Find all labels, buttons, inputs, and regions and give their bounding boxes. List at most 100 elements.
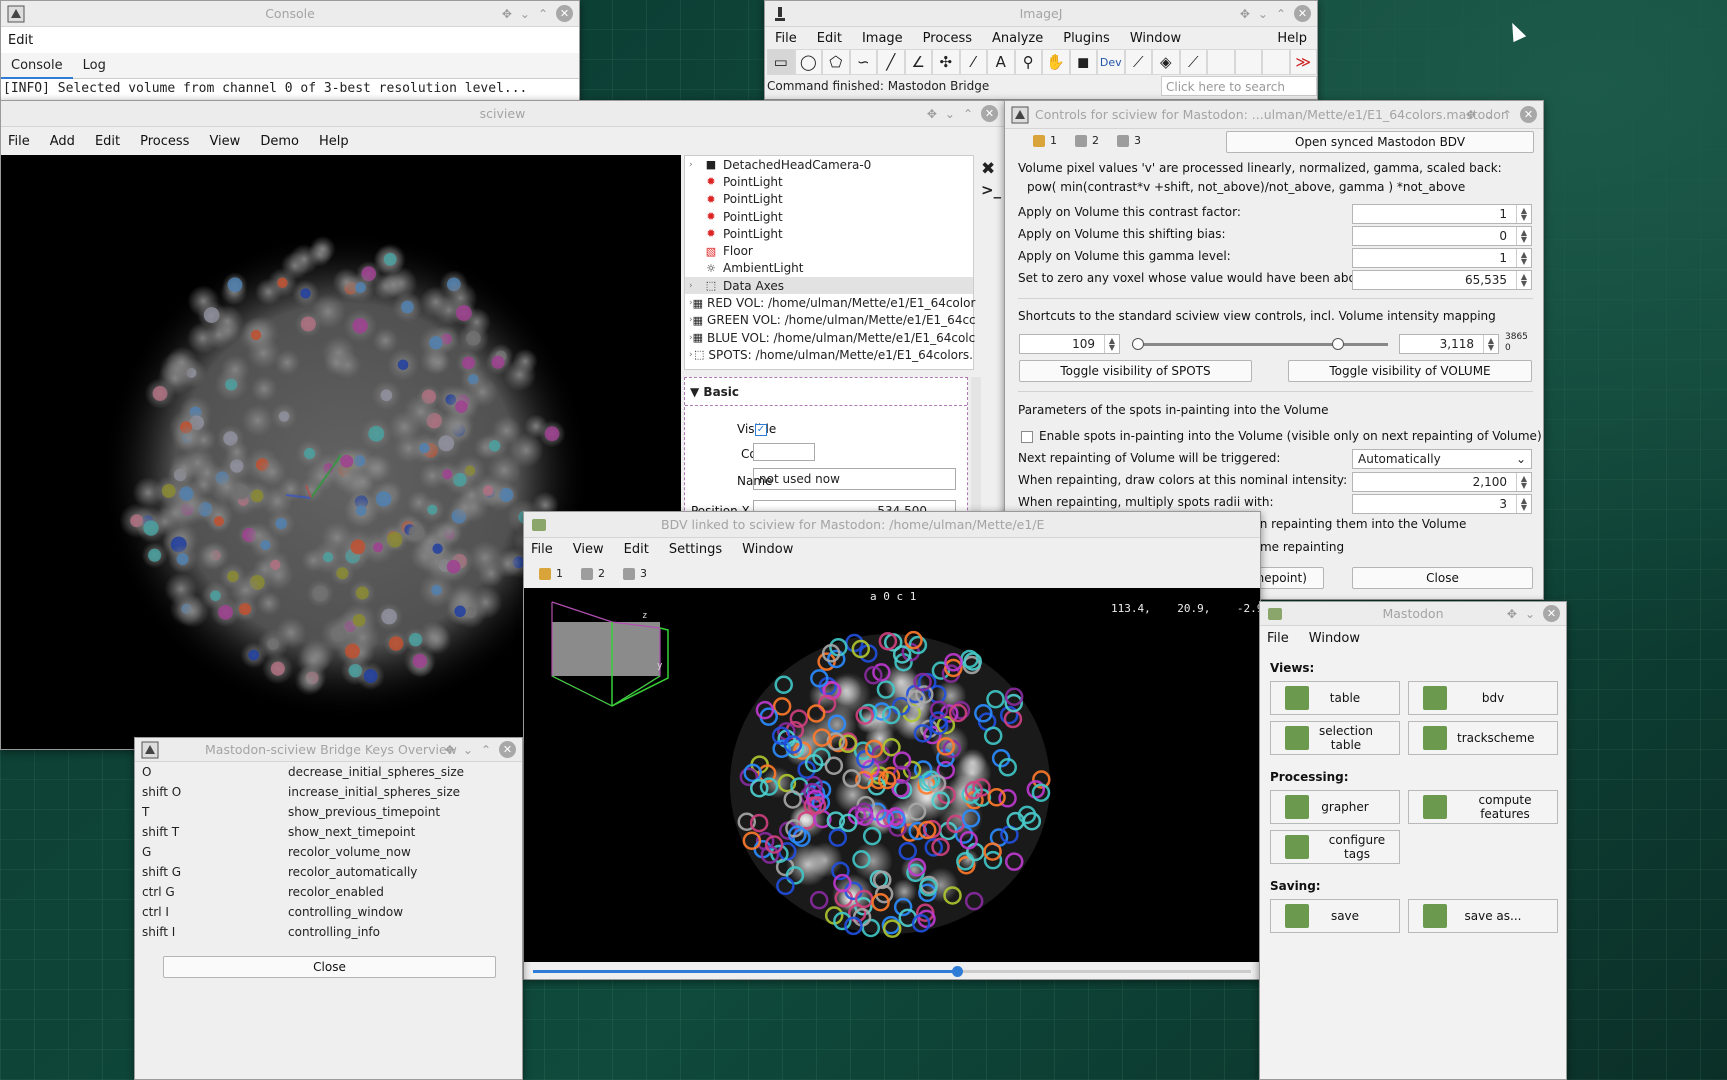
controls-titlebar[interactable]: Controls for sciview for Mastodon: ...ul…	[1005, 101, 1543, 129]
tools-icon[interactable]: ✖	[981, 159, 995, 179]
contrast-spinner[interactable]: 1 ▲ ▼	[1352, 204, 1532, 224]
lock-1[interactable]: 1	[539, 567, 563, 580]
timepoint-slider[interactable]	[533, 966, 1251, 977]
lock-1[interactable]: 1	[1033, 134, 1057, 147]
tab-log[interactable]: Log	[73, 58, 116, 73]
menu-file[interactable]: File	[524, 542, 563, 557]
scene-tree-item[interactable]: › ⬚ SPOTS: /home/ulman/Mette/e1/E1_64color…	[685, 346, 973, 363]
imagej-titlebar[interactable]: ImageJ ✥ ⌄ ⌃ ✕	[765, 1, 1317, 27]
scene-tree-item[interactable]: › ▦ RED VOL: /home/ulman/Mette/e1/E1_64col…	[685, 294, 975, 311]
menu-image[interactable]: Image	[852, 31, 913, 46]
bdv-button[interactable]: bdv	[1408, 681, 1558, 715]
save-button[interactable]: save	[1270, 899, 1400, 933]
visible-checkbox[interactable]: ✓	[755, 423, 767, 436]
bdv-viewer-canvas[interactable]: z y a 0 c 1 113.4, 20.9, -2.9	[524, 588, 1261, 962]
menu-file[interactable]: File	[765, 31, 807, 46]
scene-tree-item[interactable]: › ▦ GREEN VOL: /home/ulman/Mette/e1/E1_64c…	[685, 312, 976, 329]
trackscheme-button[interactable]: trackscheme	[1408, 721, 1558, 755]
text-tool-icon[interactable]: A	[987, 49, 1015, 75]
hand-tool-icon[interactable]: ✋	[1042, 49, 1070, 75]
maximize-icon[interactable]: ⌃	[963, 107, 973, 121]
range-max-spinner[interactable]: 3,118 ▲ ▼	[1399, 334, 1499, 354]
paintbrush-tool-icon[interactable]: ⟋	[1124, 49, 1152, 75]
close-icon[interactable]: ✕	[981, 105, 998, 122]
minimize-icon[interactable]: ⌄	[463, 743, 473, 757]
menu-file[interactable]: File	[1260, 631, 1299, 646]
pin-icon[interactable]: ✥	[1466, 108, 1476, 122]
pipette-tool-icon[interactable]: ⟋	[1179, 49, 1207, 75]
menu-edit[interactable]: Edit	[807, 31, 852, 46]
menu-demo[interactable]: Demo	[250, 134, 309, 149]
minimize-icon[interactable]: ⌄	[520, 7, 530, 21]
range-slider-low-handle[interactable]	[1132, 338, 1144, 350]
maximize-icon[interactable]: ⌃	[1502, 108, 1512, 122]
console-titlebar[interactable]: Console ✥ ⌄ ⌃ ✕	[1, 1, 579, 27]
menu-help[interactable]: Help	[309, 134, 359, 149]
angle-tool-icon[interactable]: ∠	[904, 49, 932, 75]
menu-edit[interactable]: Edit	[614, 542, 659, 557]
scene-tree-item[interactable]: ✹ PointLight	[685, 173, 973, 190]
range-min-spinner[interactable]: 109 ▲ ▼	[1019, 334, 1120, 354]
scene-tree-item[interactable]: › ■ DetachedHeadCamera-0	[685, 156, 973, 173]
not-above-spinner[interactable]: 65,535 ▲ ▼	[1352, 270, 1532, 290]
close-icon[interactable]: ✕	[1294, 5, 1311, 22]
menu-window[interactable]: Window	[732, 542, 803, 557]
scene-tree-item[interactable]: › ▦ BLUE VOL: /home/ulman/Mette/e1/E1_64co…	[685, 329, 975, 346]
scene-tree-item[interactable]: › ⬚ Data Axes	[685, 277, 973, 295]
rectangle-tool-icon[interactable]: ▭	[767, 49, 795, 75]
dev-tool-icon[interactable]: Dev	[1097, 49, 1125, 75]
toggle-spots-button[interactable]: Toggle visibility of SPOTS	[1019, 360, 1252, 382]
close-button[interactable]: Close	[1352, 567, 1533, 589]
multipoint-tool-icon[interactable]: ✣	[932, 49, 960, 75]
menu-file[interactable]: File	[1, 134, 40, 149]
expand-arrow-icon[interactable]: ›	[689, 281, 703, 291]
range-slider[interactable]	[1132, 343, 1388, 346]
lock-3[interactable]: 3	[1117, 134, 1141, 147]
magnifier-tool-icon[interactable]: ⚲	[1014, 49, 1042, 75]
minimize-icon[interactable]: ⌄	[1258, 7, 1268, 21]
menu-edit[interactable]: Edit	[1, 33, 43, 48]
menu-settings[interactable]: Settings	[659, 542, 732, 557]
name-field[interactable]: not used now	[753, 468, 956, 490]
polygon-tool-icon[interactable]: ⬠	[822, 49, 850, 75]
menu-edit[interactable]: Edit	[85, 134, 130, 149]
shift-spinner[interactable]: 0 ▲ ▼	[1352, 226, 1532, 246]
menu-view[interactable]: View	[199, 134, 250, 149]
configure-tags-button[interactable]: configure tags	[1270, 830, 1400, 864]
menu-process[interactable]: Process	[130, 134, 199, 149]
compute-features-button[interactable]: compute features	[1408, 790, 1558, 824]
maximize-icon[interactable]: ⌃	[538, 7, 548, 21]
toggle-volume-button[interactable]: Toggle visibility of VOLUME	[1288, 360, 1532, 382]
wand-tool-icon[interactable]: ⁄	[959, 49, 987, 75]
scene-tree-item[interactable]: ▧ Floor	[685, 242, 973, 259]
minimize-icon[interactable]: ⌄	[1484, 108, 1494, 122]
pin-icon[interactable]: ✥	[927, 107, 937, 121]
keys-close-button[interactable]: Close	[163, 956, 496, 978]
minimize-icon[interactable]: ⌄	[945, 107, 955, 121]
menu-analyze[interactable]: Analyze	[982, 31, 1053, 46]
color-swatch[interactable]	[753, 443, 815, 461]
maximize-icon[interactable]: ⌃	[481, 743, 491, 757]
close-icon[interactable]: ✕	[556, 5, 573, 22]
close-icon[interactable]: ✕	[499, 741, 516, 758]
blank-tool-2[interactable]	[1234, 49, 1262, 75]
mastodon-titlebar[interactable]: Mastodon ✥ ⌄ ✕	[1260, 602, 1566, 626]
flood-fill-tool-icon[interactable]: ◈	[1152, 49, 1180, 75]
lock-3[interactable]: 3	[623, 567, 647, 580]
scene-tree-item[interactable]: ✹ PointLight	[685, 208, 973, 225]
radii-spinner[interactable]: 3 ▲ ▼	[1352, 494, 1532, 514]
save-as-button[interactable]: save as...	[1408, 899, 1558, 933]
more-tools-icon[interactable]: ≫	[1289, 49, 1317, 75]
tab-console[interactable]: Console	[1, 53, 73, 79]
menu-add[interactable]: Add	[40, 134, 85, 149]
pin-icon[interactable]: ✥	[1507, 607, 1517, 621]
freehand-tool-icon[interactable]: ∽	[849, 49, 877, 75]
open-bdv-button[interactable]: Open synced Mastodon BDV	[1226, 131, 1534, 153]
scene-tree-item[interactable]: ☼ AmbientLight	[685, 260, 973, 277]
menu-plugins[interactable]: Plugins	[1053, 31, 1120, 46]
range-slider-high-handle[interactable]	[1332, 338, 1344, 350]
sciview-titlebar[interactable]: sciview ✥ ⌄ ⌃ ✕	[1, 101, 1004, 127]
menu-view[interactable]: View	[563, 542, 614, 557]
bdv-titlebar[interactable]: BDV linked to sciview for Mastodon: /hom…	[524, 512, 1260, 538]
keys-titlebar[interactable]: Mastodon-sciview Bridge Keys Overview ✥ ⌄…	[135, 738, 522, 762]
